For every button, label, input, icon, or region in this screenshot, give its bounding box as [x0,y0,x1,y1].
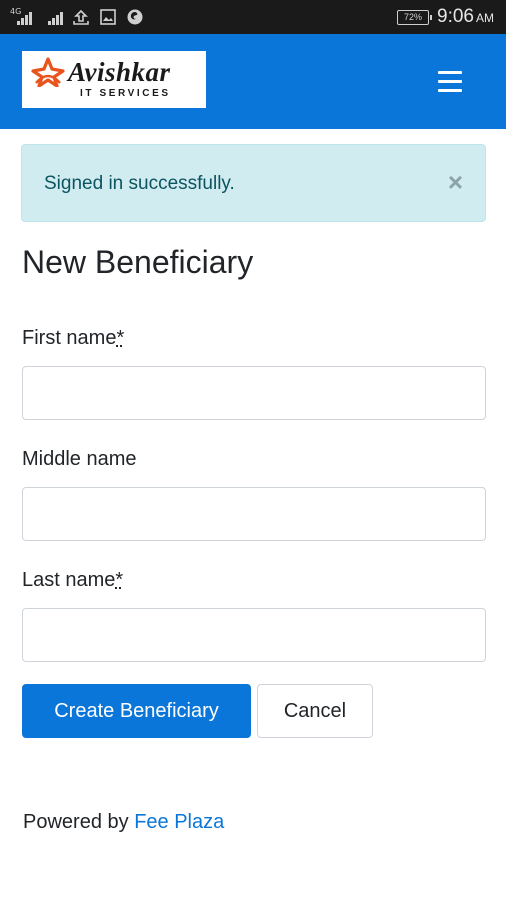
logo-name: Avishkar [68,57,171,87]
hamburger-icon[interactable] [438,71,462,93]
middle-name-field[interactable] [22,487,486,541]
signal-icon [41,8,63,26]
brand-logo[interactable]: Avishkar IT SERVICES [22,51,206,108]
clock-ampm: AM [476,11,494,25]
clock: 9:06 AM [437,6,494,28]
status-icons-left: 4G [10,6,144,28]
cancel-button[interactable]: Cancel [257,684,373,738]
required-marker: * [115,569,124,591]
middle-name-label-text: Middle name [22,448,137,470]
close-icon[interactable]: × [448,169,463,195]
alert-message: Signed in successfully. [44,173,235,194]
battery-icon: 72% [397,9,433,25]
last-name-label-text: Last name [22,569,116,591]
footer: Powered by Fee Plaza [23,811,224,834]
page-title: New Beneficiary [22,244,254,280]
status-bar: 4G 72% 9:06 AM [0,0,506,34]
required-marker: * [116,327,125,349]
status-icons-right: 72% 9:06 AM [397,6,494,28]
first-name-label: First name* [22,327,124,350]
last-name-field[interactable] [22,608,486,662]
app-header: Avishkar IT SERVICES [0,34,506,129]
logo-mark-icon [31,57,65,87]
fee-plaza-link[interactable]: Fee Plaza [134,811,224,833]
upload-icon [72,8,90,26]
firefox-icon [126,8,144,26]
logo-subtitle: IT SERVICES [80,88,171,99]
clock-time: 9:06 [437,6,474,27]
success-alert: Signed in successfully. × [21,144,486,222]
middle-name-label: Middle name [22,448,137,471]
image-icon [99,8,117,26]
last-name-label: Last name* [22,569,123,592]
create-beneficiary-button[interactable]: Create Beneficiary [22,684,251,738]
first-name-label-text: First name [22,327,117,349]
signal-4g-icon: 4G [10,7,32,26]
footer-prefix: Powered by [23,811,129,833]
first-name-field[interactable] [22,366,486,420]
